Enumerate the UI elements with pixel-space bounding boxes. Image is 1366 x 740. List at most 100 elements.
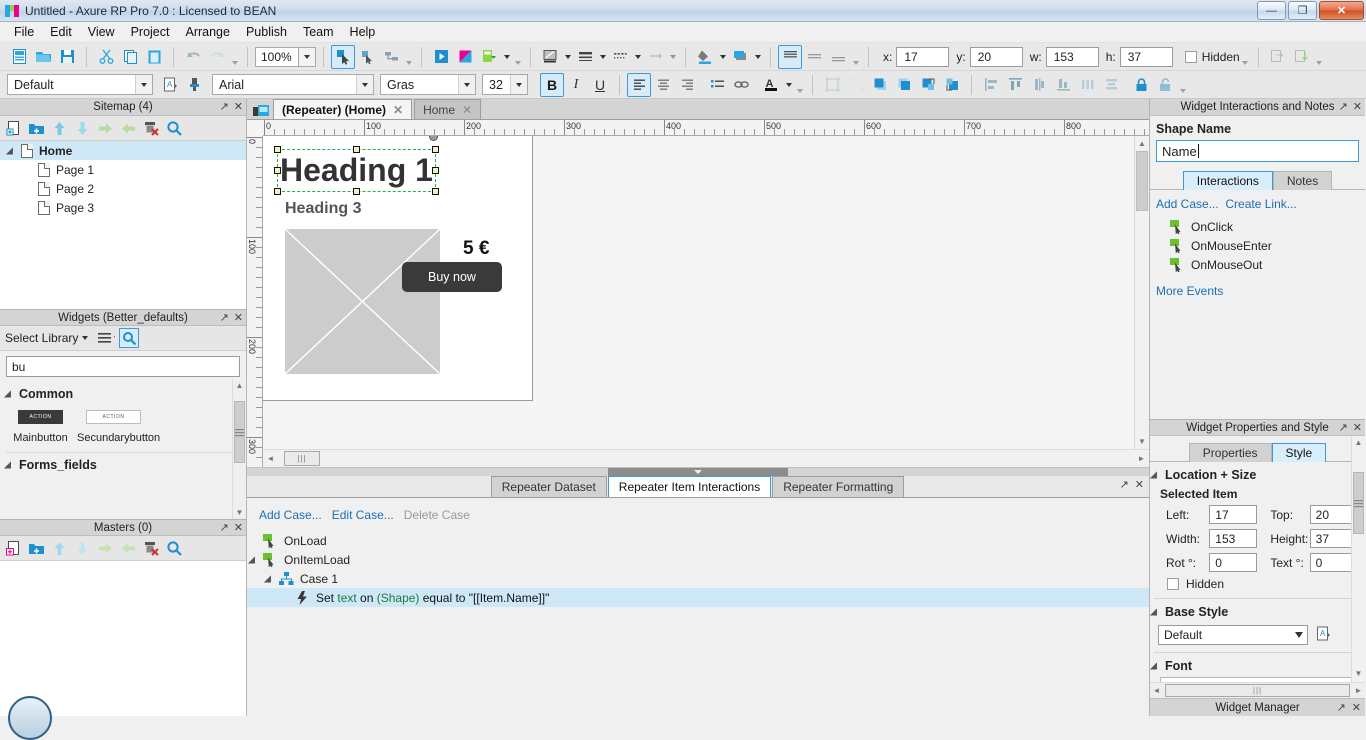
align-right-icon[interactable] [675,73,699,97]
scroll-right-icon[interactable]: ► [1352,686,1365,695]
widgets-section-common[interactable]: Common [0,382,246,404]
maximize-button[interactable]: ❐ [1288,1,1317,20]
tab-repeater-formatting[interactable]: Repeater Formatting [772,476,905,497]
edit-style-icon[interactable]: A [158,73,182,97]
paste-icon[interactable] [142,45,166,69]
font-weight-combo[interactable]: Gras [380,74,476,95]
resize-handle-ne[interactable] [432,146,439,153]
hidden-checkbox[interactable] [1167,578,1179,590]
scroll-left-icon[interactable]: ◄ [1150,686,1163,695]
align-top-icon[interactable] [778,44,802,69]
properties-popout-icon[interactable]: ↗ [1339,421,1348,434]
bold-button[interactable]: B [540,72,564,97]
width-input[interactable]: 153 [1209,529,1257,548]
select-tool-icon[interactable] [331,44,355,69]
design-canvas[interactable]: Heading 1 Heading 3 5 € Buy now [263,136,1149,467]
unlock-icon[interactable] [1153,73,1177,97]
widgets-search-input[interactable]: bu [6,356,240,377]
tab-repeater-item-interactions[interactable]: Repeater Item Interactions [607,476,772,497]
widgets-close-icon[interactable]: ✕ [234,311,243,324]
price-label-shape[interactable]: 5 € [463,238,489,260]
repeater-event-onitemload[interactable]: OnItemLoad [247,550,1149,569]
align-left-icon[interactable] [627,72,651,97]
italic-button[interactable]: I [564,73,588,97]
tab-properties[interactable]: Properties [1188,443,1272,462]
scroll-up-icon[interactable]: ▲ [233,379,246,392]
rotation-input[interactable]: 0 [1209,553,1257,572]
x-input[interactable]: 17 [896,46,950,67]
sitemap-popout-icon[interactable]: ↗ [220,100,229,113]
top-input[interactable]: 20 [1309,505,1357,524]
bring-forward-icon[interactable] [916,73,940,97]
resize-handle-w[interactable] [274,166,281,174]
canvas-tab-home[interactable]: Home ✕ [414,99,482,119]
point-tool-icon[interactable] [379,45,403,69]
align-center-h-icon[interactable] [1027,73,1051,97]
add-case-link[interactable]: Add Case... [259,508,322,522]
library-options-icon[interactable] [98,330,116,347]
image-placeholder-shape[interactable] [285,229,440,374]
resize-handle-e[interactable] [432,166,439,174]
arrow-dropdown-icon[interactable] [667,46,678,68]
masters-close-icon[interactable]: ✕ [234,521,243,534]
sitemap-item-page-2[interactable]: Page 2 [0,179,246,198]
send-back-icon[interactable] [1290,45,1314,69]
widget-manager-popout-icon[interactable]: ↗ [1337,701,1346,714]
repeater-close-icon[interactable]: ✕ [1135,478,1144,491]
align-center-icon[interactable] [651,73,675,97]
line-style-icon[interactable] [608,45,632,69]
bring-front-icon[interactable] [1266,45,1290,69]
new-file-icon[interactable] [7,45,31,69]
interaction-event-onmouseout[interactable]: OnMouseOut [1150,255,1365,274]
sitemap-close-icon[interactable]: ✕ [234,100,243,113]
move-down-icon[interactable] [74,120,91,137]
expander-icon[interactable] [8,145,19,156]
left-input[interactable]: 17 [1209,505,1257,524]
resize-handle-n[interactable] [352,146,360,153]
shadow-color-icon[interactable] [728,45,752,69]
interaction-event-onmouseenter[interactable]: OnMouseEnter [1150,236,1365,255]
indent-left-icon[interactable] [120,120,137,137]
select-library-dropdown[interactable]: Select Library [5,331,89,345]
group-location-size[interactable]: Location + Size [1150,462,1365,484]
generate-html-icon[interactable] [477,45,501,69]
interactions-popout-icon[interactable]: ↗ [1339,100,1348,113]
border-dropdown-icon[interactable] [562,46,573,68]
widgets-popout-icon[interactable]: ↗ [220,311,229,324]
align-bottom-icon[interactable] [826,45,850,69]
scroll-up-icon[interactable]: ▲ [1135,136,1149,151]
preview-icon[interactable] [429,45,453,69]
rotate-handle[interactable] [429,136,438,141]
copy-icon[interactable] [118,45,142,69]
fill-color-icon[interactable] [693,45,717,69]
scrollbar-thumb[interactable] [234,401,245,463]
toolbar-overflow-icon[interactable] [1240,46,1251,68]
close-button[interactable]: ✕ [1319,1,1364,20]
splitter-grip[interactable] [608,468,788,476]
widgets-scrollbar[interactable]: ▲ ▼ [232,379,246,519]
menu-item-publish[interactable]: Publish [238,22,295,42]
properties-close-icon[interactable]: ✕ [1353,421,1362,434]
resize-handle-sw[interactable] [274,188,281,195]
sitemap-item-home[interactable]: Home [0,141,246,160]
move-up-icon[interactable] [51,120,68,137]
properties-hscrollbar[interactable]: ◄ ||| ► [1150,682,1365,698]
sitemap-item-page-3[interactable]: Page 3 [0,198,246,217]
delete-case-link[interactable]: Delete Case [404,508,470,522]
scroll-up-icon[interactable]: ▲ [1352,436,1365,449]
toolbar-overflow-icon[interactable] [1314,46,1325,68]
send-to-back-icon[interactable] [892,73,916,97]
scrollbar-thumb[interactable]: ||| [284,451,320,466]
shadow-dropdown-icon[interactable] [752,46,763,68]
menu-item-team[interactable]: Team [295,22,342,42]
line-width-icon[interactable] [573,45,597,69]
line-style-dropdown-icon[interactable] [632,46,643,68]
w-input[interactable]: 153 [1045,46,1099,67]
add-master-folder-icon[interactable] [28,540,45,557]
arrow-style-icon[interactable] [643,45,667,69]
undo-icon[interactable] [181,45,205,69]
masters-popout-icon[interactable]: ↗ [220,521,229,534]
tab-notes[interactable]: Notes [1272,171,1333,190]
shape-name-input[interactable]: Name [1156,140,1359,162]
close-icon[interactable]: ✕ [462,103,472,117]
